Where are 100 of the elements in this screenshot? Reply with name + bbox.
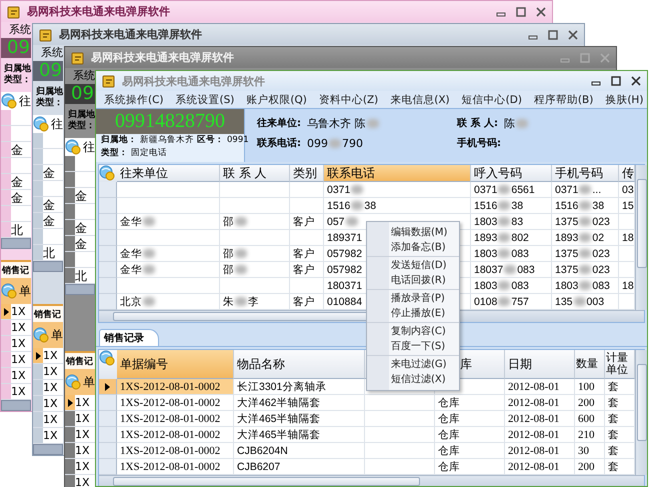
row-header bbox=[33, 412, 43, 427]
menu-option[interactable]: 电话回拨(R) bbox=[367, 273, 459, 288]
column-header[interactable]: 物品名称 bbox=[234, 350, 365, 379]
table-cell: 1X bbox=[75, 411, 90, 426]
row-header bbox=[33, 165, 43, 180]
horizontal-scrollbar[interactable] bbox=[1, 238, 31, 249]
table-cell-text: 1803 83 bbox=[474, 216, 524, 228]
close-icon[interactable] bbox=[631, 76, 641, 86]
app-icon bbox=[102, 74, 116, 88]
column-header[interactable]: 传 bbox=[619, 165, 635, 182]
table-cell-text: 仓库 bbox=[438, 460, 460, 474]
table-cell-text: 1893 02 bbox=[555, 232, 604, 244]
vertical-scrollbar[interactable] bbox=[635, 350, 647, 475]
window-title: 易网科技来电通来电弹屏软件 bbox=[27, 4, 170, 19]
blurred-text bbox=[498, 249, 510, 258]
menu-option[interactable]: 播放录音(P) bbox=[367, 291, 459, 306]
vertical-scrollbar[interactable] bbox=[635, 165, 647, 310]
table-cell-text: 1XS-2012-08-01-0002 bbox=[120, 380, 220, 392]
menu-item[interactable]: 系统 bbox=[65, 68, 95, 84]
menu-item[interactable]: 系统 bbox=[1, 22, 31, 38]
horizontal-scrollbar[interactable] bbox=[1, 400, 31, 411]
table-cell-text: 客户 bbox=[293, 262, 315, 276]
blurred-text bbox=[498, 201, 510, 210]
tab[interactable]: 销售记 bbox=[1, 260, 31, 278]
column-header[interactable]: 手机号码 bbox=[552, 165, 619, 182]
row-header bbox=[1, 110, 11, 125]
info-label: 类型： bbox=[67, 121, 95, 132]
column-header[interactable]: 计量单位 bbox=[605, 350, 635, 379]
menu-option[interactable]: 发送短信(D) bbox=[367, 258, 459, 273]
table-cell: 1X bbox=[43, 364, 58, 379]
horizontal-scrollbar[interactable] bbox=[65, 284, 95, 295]
menu-item[interactable]: 短信中心(D) bbox=[462, 92, 522, 106]
row-header bbox=[1, 190, 11, 205]
table-cell-text: 0108 757 bbox=[474, 296, 529, 308]
row-header bbox=[33, 380, 43, 395]
table-cell: 1X bbox=[43, 348, 58, 363]
tab[interactable]: 销售记 bbox=[33, 304, 63, 322]
menu-option[interactable]: 复制内容(C) bbox=[367, 324, 459, 339]
row-pointer-icon bbox=[4, 308, 8, 316]
table-cell-text: 1803 083 bbox=[555, 280, 610, 292]
table-cell-text: 套 bbox=[608, 460, 619, 474]
menu-item[interactable]: 资料中心(Z) bbox=[318, 92, 378, 106]
row-header bbox=[1, 126, 11, 141]
row-header bbox=[33, 213, 43, 228]
row-header bbox=[65, 411, 75, 426]
table-cell-text: 2012-08-01 bbox=[508, 460, 560, 472]
column-header[interactable]: 联 系 人 bbox=[220, 165, 290, 182]
column-header[interactable]: 往来单位 bbox=[117, 165, 220, 182]
row-header bbox=[1, 222, 11, 237]
maximize-icon[interactable] bbox=[548, 30, 558, 40]
menu-item[interactable]: 程序帮助(B) bbox=[534, 92, 594, 106]
row-header bbox=[65, 236, 75, 251]
table-cell-text: 1375 023 bbox=[555, 264, 610, 276]
column-header[interactable]: 数量 bbox=[575, 350, 605, 379]
maximize-icon[interactable] bbox=[611, 76, 621, 86]
table-cell: 1X bbox=[75, 395, 90, 410]
info-label: 归属地： bbox=[101, 134, 137, 147]
row-pointer-icon bbox=[68, 398, 72, 406]
table-cell-text: 03 bbox=[622, 184, 634, 196]
menu-option[interactable]: 编辑数据(M) bbox=[367, 225, 459, 240]
row-header[interactable] bbox=[99, 379, 117, 395]
menu-item[interactable]: 来电信息(X) bbox=[390, 92, 450, 106]
column-header[interactable]: 呼入号码 bbox=[471, 165, 552, 182]
menu-item[interactable]: 账户权限(Q) bbox=[246, 92, 307, 106]
menu-item[interactable]: 系统操作(C) bbox=[104, 92, 164, 106]
menu-item[interactable]: 换肤(H) bbox=[605, 92, 644, 106]
maximize-icon[interactable] bbox=[516, 6, 526, 16]
table-cell-text: 200 bbox=[578, 396, 594, 408]
horizontal-scrollbar[interactable] bbox=[99, 475, 644, 486]
globe-icon bbox=[33, 327, 49, 343]
info-value: 099 790 bbox=[307, 136, 363, 150]
table-cell: 北 bbox=[43, 245, 55, 260]
column-header[interactable]: 日期 bbox=[505, 350, 575, 379]
menu-item[interactable]: 系统设置(S) bbox=[176, 92, 234, 106]
column-header[interactable]: 单据编号 bbox=[117, 350, 234, 379]
tab[interactable]: 销售记录 bbox=[99, 329, 159, 346]
row-header bbox=[65, 220, 75, 235]
close-icon[interactable] bbox=[536, 6, 546, 16]
menu-item[interactable]: 系统 bbox=[33, 45, 63, 61]
table-cell-text: 金华 bbox=[120, 262, 156, 276]
blurred-text bbox=[498, 233, 510, 242]
horizontal-scrollbar[interactable] bbox=[33, 261, 63, 272]
column-header[interactable]: 类别 bbox=[290, 165, 324, 182]
table-cell-text: 135 003 bbox=[555, 296, 604, 308]
table-cell: 1X bbox=[11, 336, 26, 351]
table-cell-text: 600 bbox=[578, 412, 594, 424]
info-label: 归属地 bbox=[3, 64, 31, 74]
info-label: 类型： bbox=[3, 75, 31, 86]
close-icon[interactable] bbox=[568, 30, 578, 40]
menu-option[interactable]: 添加备忘(B) bbox=[367, 240, 459, 255]
row-header bbox=[1, 174, 11, 189]
table-cell-text: 套 bbox=[608, 428, 619, 442]
table-cell: 1X bbox=[11, 304, 26, 319]
row-header bbox=[33, 245, 43, 260]
table-cell-text: 0371 bbox=[327, 184, 364, 196]
tab[interactable]: 销售记 bbox=[65, 351, 95, 369]
info-value: 乌鲁木齐 陈 bbox=[307, 116, 380, 130]
horizontal-scrollbar[interactable] bbox=[33, 444, 63, 455]
menu-option[interactable]: 停止播放(E) bbox=[367, 306, 459, 321]
column-header[interactable]: 联系电话 bbox=[324, 165, 471, 182]
